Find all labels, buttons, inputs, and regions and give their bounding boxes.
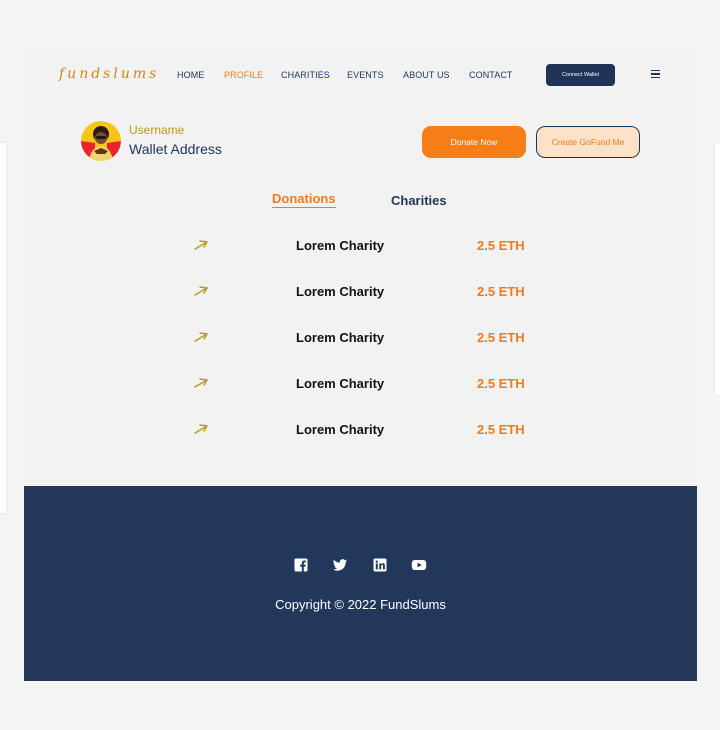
create-gofundme-button[interactable]: Create GoFund Me <box>536 126 640 158</box>
arrow-icon <box>194 332 208 342</box>
footer: Copyright © 2022 FundSlums <box>24 486 697 681</box>
donation-amount: 2.5 ETH <box>477 330 525 345</box>
side-card-right <box>715 143 720 395</box>
donation-row[interactable]: Lorem Charity 2.5 ETH <box>24 421 697 441</box>
arrow-icon <box>194 424 208 434</box>
nav-charities[interactable]: CHARITIES <box>281 70 330 80</box>
wallet-address: Wallet Address <box>129 141 222 157</box>
youtube-icon[interactable] <box>411 557 427 573</box>
connect-wallet-button[interactable]: Connect Wallet <box>546 64 615 86</box>
donate-now-button[interactable]: Donate Now <box>422 126 526 158</box>
tab-donations[interactable]: Donations <box>272 191 336 208</box>
arrow-icon <box>194 240 208 250</box>
side-card-left <box>0 143 6 513</box>
nav-about-us[interactable]: ABOUT US <box>403 70 450 80</box>
menu-icon[interactable] <box>651 70 660 78</box>
charity-name: Lorem Charity <box>296 376 385 391</box>
donation-amount: 2.5 ETH <box>477 422 525 437</box>
tab-charities[interactable]: Charities <box>391 193 447 208</box>
linkedin-icon[interactable] <box>372 557 388 573</box>
facebook-icon[interactable] <box>293 557 309 573</box>
avatar <box>81 121 121 161</box>
donation-amount: 2.5 ETH <box>477 284 525 299</box>
twitter-icon[interactable] <box>332 557 348 573</box>
charity-name: Lorem Charity <box>296 284 385 299</box>
donation-amount: 2.5 ETH <box>477 376 525 391</box>
charity-name: Lorem Charity <box>296 422 385 437</box>
nav-home[interactable]: HOME <box>177 70 204 80</box>
nav-profile[interactable]: PROFILE <box>224 70 263 80</box>
page-frame: fundslums HOME PROFILE CHARITIES EVENTS … <box>24 49 697 681</box>
arrow-icon <box>194 286 208 296</box>
donation-row[interactable]: Lorem Charity 2.5 ETH <box>24 237 697 257</box>
donation-row[interactable]: Lorem Charity 2.5 ETH <box>24 329 697 349</box>
copyright-text: Copyright © 2022 FundSlums <box>275 597 446 612</box>
nav-contact[interactable]: CONTACT <box>469 70 513 80</box>
donation-amount: 2.5 ETH <box>477 238 525 253</box>
logo[interactable]: fundslums <box>59 66 159 82</box>
donation-row[interactable]: Lorem Charity 2.5 ETH <box>24 375 697 395</box>
arrow-icon <box>194 378 208 388</box>
charity-name: Lorem Charity <box>296 238 385 253</box>
charity-name: Lorem Charity <box>296 330 385 345</box>
username: Username <box>129 123 185 137</box>
donation-row[interactable]: Lorem Charity 2.5 ETH <box>24 283 697 303</box>
nav-events[interactable]: EVENTS <box>347 70 384 80</box>
